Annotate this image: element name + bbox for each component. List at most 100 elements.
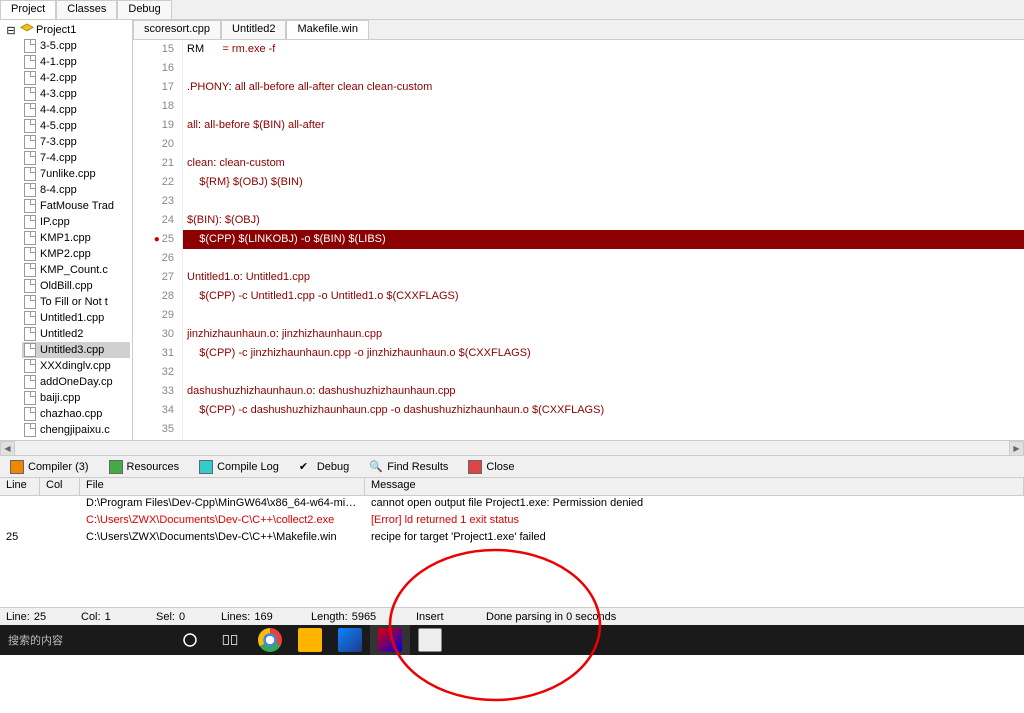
file-item[interactable]: KMP2.cpp <box>22 246 130 262</box>
editor-tab-1[interactable]: Untitled2 <box>221 20 286 39</box>
taskbar-explorer[interactable] <box>290 625 330 655</box>
file-item[interactable]: FatMouse Trad <box>22 198 130 214</box>
btab-debug[interactable]: ✔Debug <box>293 458 355 476</box>
taskbar-cortana[interactable] <box>170 625 210 655</box>
h-scrollbar[interactable]: ◀ ▶ <box>0 440 1024 455</box>
editor-tab-0[interactable]: scoresort.cpp <box>133 20 221 39</box>
code-line[interactable] <box>183 363 1024 382</box>
code-line[interactable] <box>183 249 1024 268</box>
code-editor[interactable]: 15161718192021222324●2526272829303132333… <box>133 40 1024 440</box>
file-item[interactable]: chengjipaixu.c <box>22 422 130 438</box>
code-line[interactable] <box>183 59 1024 78</box>
file-item[interactable]: 8-4.cpp <box>22 182 130 198</box>
btab-label: Compile Log <box>217 461 279 473</box>
file-item[interactable]: 4-1.cpp <box>22 54 130 70</box>
code-line[interactable]: $(CPP) -c dashushuzhizhaunhaun.cpp -o da… <box>183 401 1024 420</box>
msg-cell-msg: [Error] ld returned 1 exit status <box>365 513 1024 530</box>
code-line[interactable]: $(CPP) -c Untitled1.cpp -o Untitled1.o $… <box>183 287 1024 306</box>
file-item[interactable]: KMP1.cpp <box>22 230 130 246</box>
taskbar-taskview[interactable] <box>210 625 250 655</box>
file-item[interactable]: 4-4.cpp <box>22 102 130 118</box>
taskbar-devcpp[interactable] <box>370 625 410 655</box>
file-item[interactable]: 7-3.cpp <box>22 134 130 150</box>
file-name: addOneDay.cp <box>40 376 113 388</box>
scroll-track[interactable] <box>15 441 1009 455</box>
line-number: 23 <box>133 192 174 211</box>
scroll-right-icon[interactable]: ▶ <box>1009 441 1024 456</box>
code-line[interactable]: .PHONY: all all-before all-after clean c… <box>183 78 1024 97</box>
btab-close[interactable]: Close <box>462 458 520 476</box>
file-item[interactable]: IP.cpp <box>22 214 130 230</box>
code-line[interactable]: Untitled1.o: Untitled1.cpp <box>183 268 1024 287</box>
file-icon <box>24 231 36 245</box>
code-line[interactable]: $(CPP) -c jinzhizhaunhaun.cpp -o jinzhiz… <box>183 344 1024 363</box>
code-line[interactable]: $(BIN): $(OBJ) <box>183 211 1024 230</box>
scroll-left-icon[interactable]: ◀ <box>0 441 15 456</box>
message-row[interactable]: 25C:\Users\ZWX\Documents\Dev-C\C++\Makef… <box>0 530 1024 547</box>
editor-tab-2[interactable]: Makefile.win <box>286 20 369 39</box>
file-item[interactable]: OldBill.cpp <box>22 278 130 294</box>
msg-col-col[interactable]: Col <box>40 478 80 495</box>
code-line[interactable] <box>183 97 1024 116</box>
file-item[interactable]: 4-2.cpp <box>22 70 130 86</box>
code-line[interactable]: $(CPP) $(LINKOBJ) -o $(BIN) $(LIBS) <box>183 230 1024 249</box>
file-item[interactable]: 4-3.cpp <box>22 86 130 102</box>
btab-find[interactable]: 🔍Find Results <box>363 458 454 476</box>
file-item[interactable]: 4-5.cpp <box>22 118 130 134</box>
msg-col-file[interactable]: File <box>80 478 365 495</box>
code-line[interactable]: clean: clean-custom <box>183 154 1024 173</box>
file-icon <box>24 55 36 69</box>
code-line[interactable]: dashushuzhizhaunhaun.o: dashushuzhizhaun… <box>183 382 1024 401</box>
msg-col-line[interactable]: Line <box>0 478 40 495</box>
file-item[interactable]: To Fill or Not t <box>22 294 130 310</box>
file-icon <box>24 87 36 101</box>
folder-icon <box>298 628 322 652</box>
taskbar-app1[interactable] <box>330 625 370 655</box>
btab-label: Compiler (3) <box>28 461 89 473</box>
message-row[interactable]: D:\Program Files\Dev-Cpp\MinGW64\x86_64-… <box>0 496 1024 513</box>
file-item[interactable]: 7unlike.cpp <box>22 166 130 182</box>
panel-tab-project[interactable]: Project <box>0 0 56 19</box>
msg-col-message[interactable]: Message <box>365 478 1024 495</box>
file-item[interactable]: 7-4.cpp <box>22 150 130 166</box>
line-number: 35 <box>133 420 174 439</box>
file-item[interactable]: Untitled1.cpp <box>22 310 130 326</box>
file-item[interactable]: chazhao.cpp <box>22 406 130 422</box>
btab-resources[interactable]: Resources <box>103 458 186 476</box>
code-line[interactable] <box>183 192 1024 211</box>
line-number: 22 <box>133 173 174 192</box>
code-lines[interactable]: RM = rm.exe -f .PHONY: all all-before all… <box>183 40 1024 440</box>
file-item[interactable]: XXXdinglv.cpp <box>22 358 130 374</box>
code-line[interactable]: all: all-before $(BIN) all-after <box>183 116 1024 135</box>
code-line[interactable] <box>183 135 1024 154</box>
taskbar-app3[interactable] <box>410 625 450 655</box>
code-line[interactable]: ${RM} $(OBJ) $(BIN) <box>183 173 1024 192</box>
file-item[interactable]: 3-5.cpp <box>22 38 130 54</box>
file-item[interactable]: addOneDay.cp <box>22 374 130 390</box>
compilelog-icon <box>199 460 213 474</box>
panel-tab-classes[interactable]: Classes <box>56 0 117 19</box>
file-item[interactable]: Untitled2 <box>22 326 130 342</box>
file-name: 8-4.cpp <box>40 184 77 196</box>
taskbar-chrome[interactable] <box>250 625 290 655</box>
taskbar-search[interactable]: 搜索的内容 <box>0 632 170 648</box>
file-name: chengjipaixu.c <box>40 424 110 436</box>
file-item[interactable]: baiji.cpp <box>22 390 130 406</box>
line-number: 33 <box>133 382 174 401</box>
project-panel: ⊟ Project1 3-5.cpp4-1.cpp4-2.cpp4-3.cpp4… <box>0 20 133 440</box>
panel-tab-debug[interactable]: Debug <box>117 0 171 19</box>
code-line[interactable] <box>183 420 1024 439</box>
file-name: 7-3.cpp <box>40 136 77 148</box>
tree-root[interactable]: ⊟ Project1 <box>2 22 130 38</box>
collapse-icon[interactable]: ⊟ <box>4 23 18 37</box>
btab-compiler[interactable]: Compiler (3) <box>4 458 95 476</box>
code-line[interactable] <box>183 306 1024 325</box>
message-row[interactable]: C:\Users\ZWX\Documents\Dev-C\C++\collect… <box>0 513 1024 530</box>
file-item[interactable]: Untitled3.cpp <box>22 342 130 358</box>
code-line[interactable]: RM = rm.exe -f <box>183 40 1024 59</box>
btab-compilelog[interactable]: Compile Log <box>193 458 285 476</box>
code-line[interactable]: jinzhizhaunhaun.o: jinzhizhaunhaun.cpp <box>183 325 1024 344</box>
line-number: 21 <box>133 154 174 173</box>
status-col: Col:1 <box>75 611 150 623</box>
file-item[interactable]: KMP_Count.c <box>22 262 130 278</box>
